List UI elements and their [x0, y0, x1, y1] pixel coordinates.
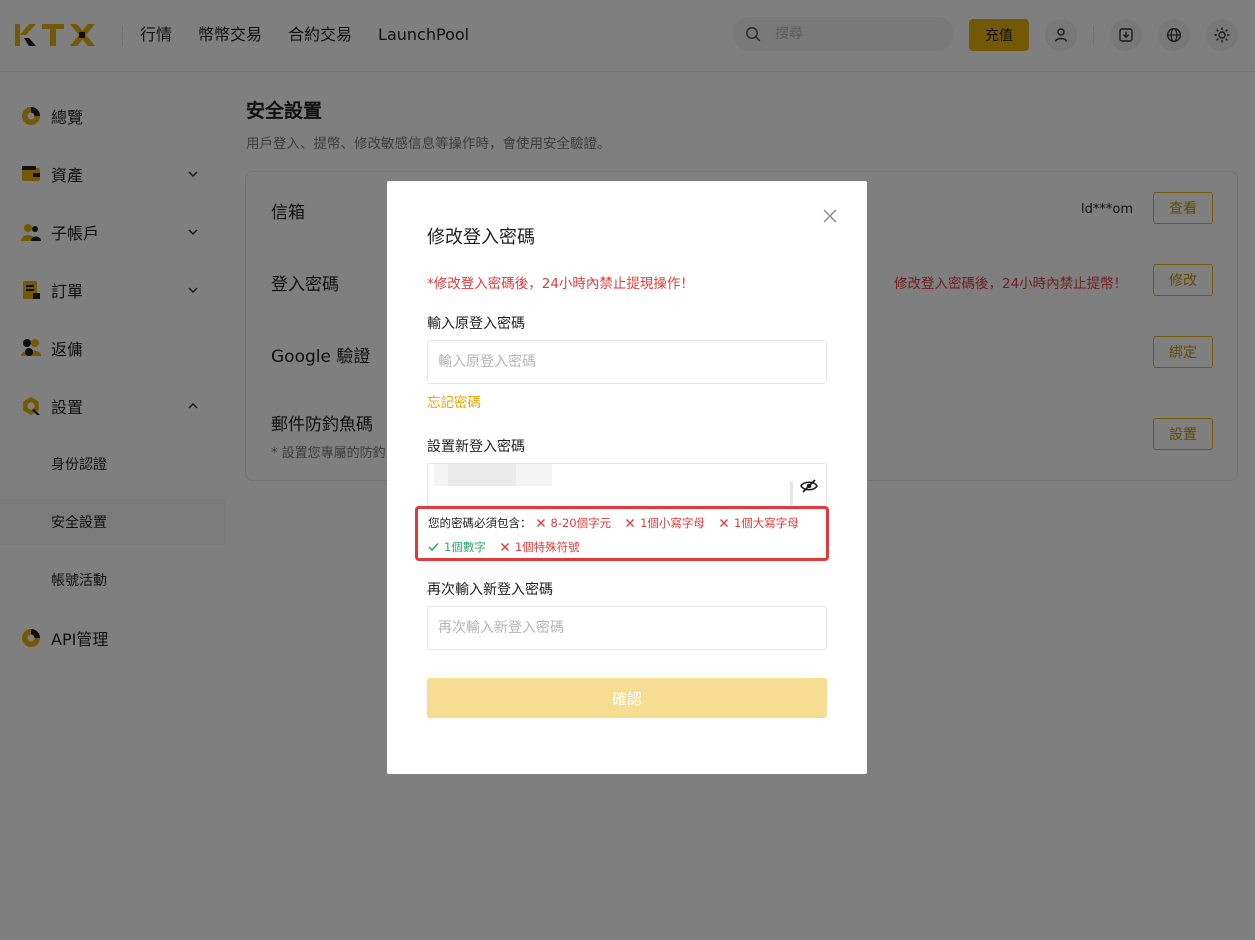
password-rules-heading: 您的密碼必須包含：: [428, 516, 532, 530]
cross-icon: [500, 543, 509, 551]
change-password-modal: 修改登入密碼 *修改登入密碼後，24小時內禁止提現操作！ 輸入原登入密碼 忘記密…: [387, 181, 867, 774]
rule-digit: 1個數字: [428, 539, 486, 555]
rule-special-char: 1個特殊符號: [500, 539, 580, 555]
old-password-label: 輸入原登入密碼: [427, 316, 525, 332]
new-password-field[interactable]: [427, 463, 827, 507]
rule-uppercase: 1個大寫字母: [719, 515, 799, 531]
new-password-label: 設置新登入密碼: [427, 439, 525, 455]
cross-icon: [626, 519, 635, 527]
forgot-password-link[interactable]: 忘記密碼: [427, 391, 481, 411]
modal-warning: *修改登入密碼後，24小時內禁止提現操作！: [427, 276, 694, 292]
password-rules-line: 您的密碼必須包含： 8-20個字元 1個小寫字母 1個大寫字母: [428, 515, 813, 531]
cross-icon: [719, 519, 728, 527]
field-scrollbar: [790, 481, 793, 505]
confirm-button[interactable]: 確認: [427, 678, 827, 718]
repeat-password-label: 再次輸入新登入密碼: [427, 582, 553, 598]
eye-off-icon[interactable]: [800, 478, 818, 494]
password-rules-box: 您的密碼必須包含： 8-20個字元 1個小寫字母 1個大寫字母 1個數字 1個特…: [415, 506, 829, 561]
password-rules-line: 1個數字 1個特殊符號: [428, 539, 594, 555]
cross-icon: [536, 519, 545, 527]
repeat-password-input[interactable]: [428, 607, 826, 649]
close-icon[interactable]: [822, 208, 838, 224]
rule-length: 8-20個字元: [536, 515, 611, 531]
modal-title: 修改登入密碼: [427, 227, 535, 248]
old-password-field[interactable]: [427, 340, 827, 384]
rule-lowercase: 1個小寫字母: [625, 515, 705, 531]
repeat-password-field[interactable]: [427, 606, 827, 650]
check-icon: [428, 542, 439, 552]
old-password-input[interactable]: [428, 341, 826, 383]
password-mask: [448, 464, 516, 486]
